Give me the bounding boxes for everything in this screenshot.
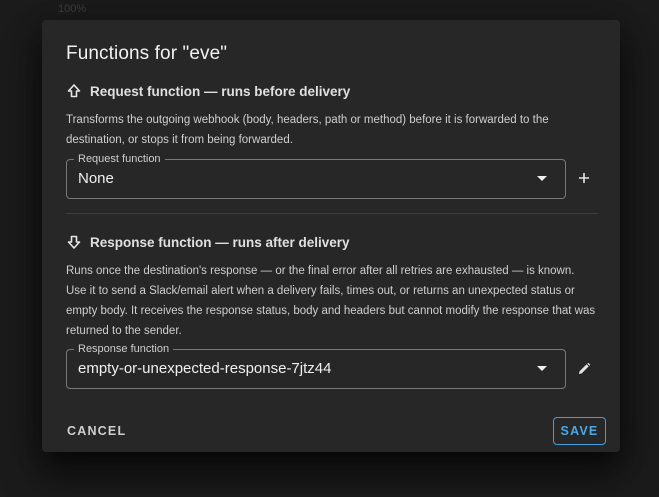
plus-icon: [579, 173, 589, 183]
response-description: Runs once the destination's response — o…: [66, 265, 596, 337]
request-function-value: None: [78, 170, 114, 187]
dialog-title: Functions for "eve": [66, 43, 228, 64]
arrow-up-icon: [66, 83, 82, 99]
chevron-down-icon: [537, 176, 547, 181]
request-function-label: Request function: [74, 152, 165, 166]
edit-response-function-button[interactable]: [574, 359, 594, 379]
request-description: Transforms the outgoing webhook (body, h…: [66, 114, 549, 146]
response-function-select[interactable]: Response function empty-or-unexpected-re…: [66, 342, 566, 389]
response-function-value: empty-or-unexpected-response-7jtz44: [78, 360, 332, 377]
response-function-label: Response function: [74, 342, 174, 356]
add-request-function-button[interactable]: [574, 168, 594, 188]
section-divider: [66, 213, 598, 214]
arrow-down-icon: [66, 234, 82, 250]
functions-dialog: Functions for "eve" Request function — r…: [42, 20, 620, 452]
response-section-heading: Response function — runs after delivery: [66, 234, 350, 250]
response-section-title: Response function — runs after delivery: [90, 234, 350, 250]
zoom-level: 100%: [58, 3, 87, 15]
request-function-select[interactable]: Request function None: [66, 152, 566, 199]
cancel-button[interactable]: CANCEL: [67, 424, 126, 438]
request-section-title: Request function — runs before delivery: [90, 83, 351, 99]
save-button[interactable]: SAVE: [553, 417, 606, 445]
pencil-icon: [579, 362, 591, 374]
chevron-down-icon: [537, 366, 547, 371]
request-section-heading: Request function — runs before delivery: [66, 83, 350, 99]
